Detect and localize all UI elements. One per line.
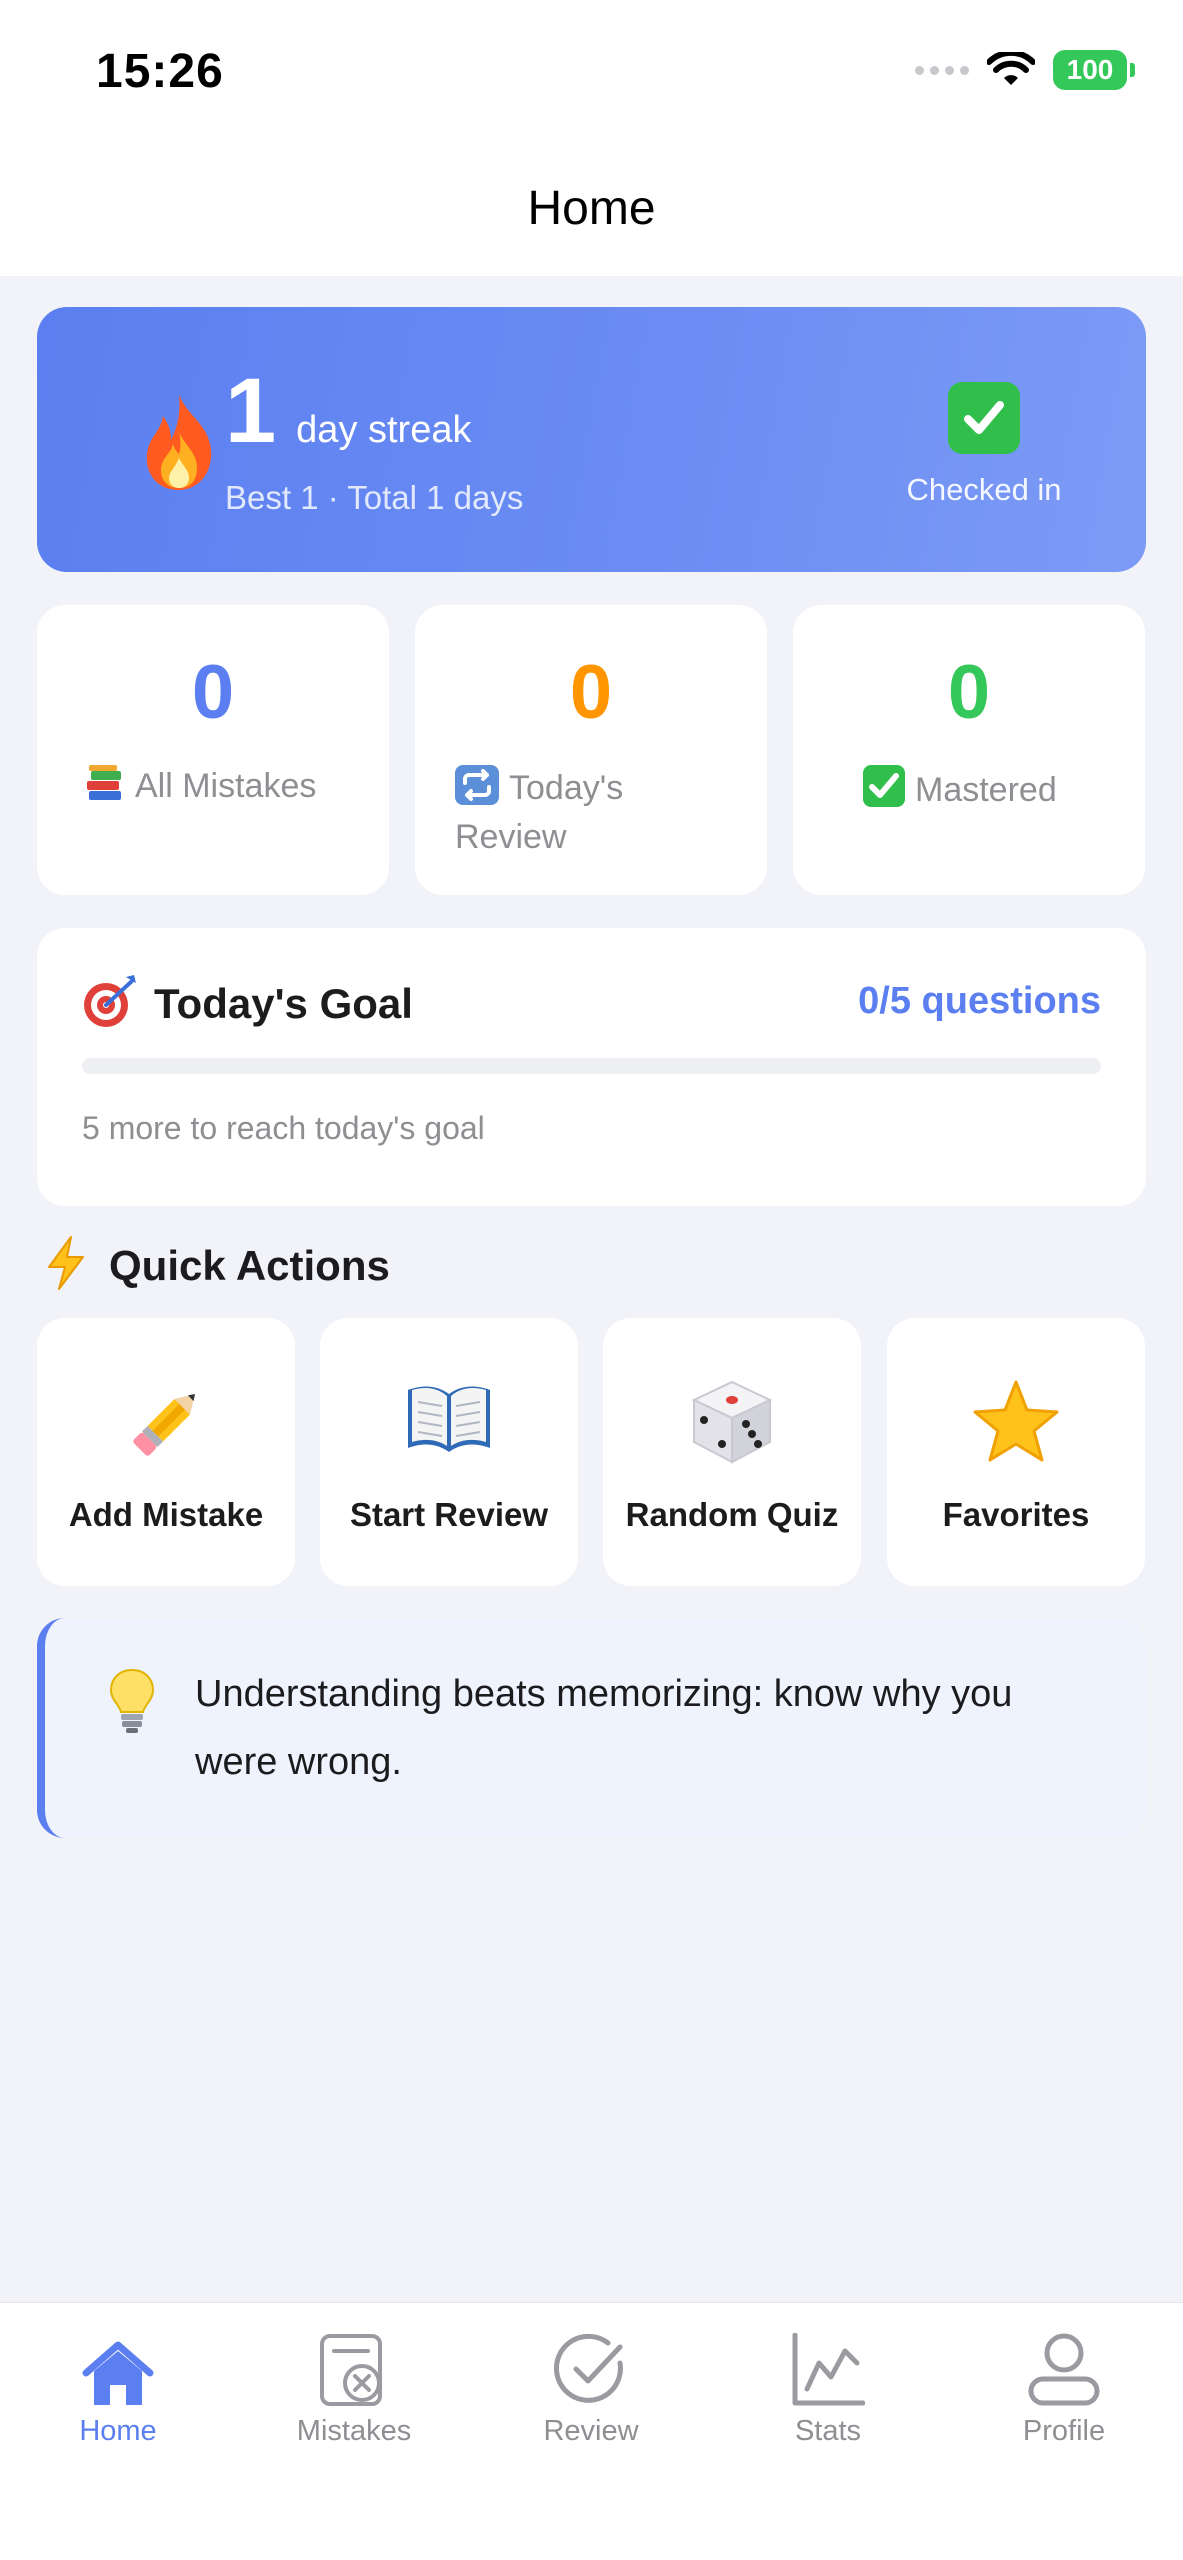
quick-actions-title: Quick Actions [109,1241,390,1289]
books-icon [85,765,125,814]
stat-card-mastered[interactable]: 0 Mastered [793,605,1145,895]
check-mark-icon [948,382,1020,454]
battery-indicator: 100 [1053,50,1135,90]
todays-goal-card[interactable]: Today's Goal 0/5 questions 5 more to rea… [37,928,1146,1206]
action-label: Start Review [349,1496,549,1533]
add-mistake-button[interactable]: Add Mistake [37,1318,295,1586]
stat-label: All Mistakes [135,767,317,805]
start-review-button[interactable]: Start Review [320,1318,578,1586]
goal-count: 0/5 questions [858,980,1101,1022]
profile-icon [946,2323,1182,2407]
tab-review[interactable]: Review [473,2323,709,2448]
tab-label: Stats [794,2415,862,2447]
lightning-icon [45,1235,87,1296]
dice-icon [603,1378,861,1466]
stats-icon [710,2323,946,2407]
stat-label-wrapper: Today's Review [455,765,737,858]
stat-label-wrapper: Mastered [863,765,1115,818]
fire-icon [135,392,223,497]
action-label: Favorites [942,1496,1090,1533]
tab-label: Review [543,2415,639,2447]
stat-value: 0 [569,650,613,735]
wifi-icon [987,52,1035,88]
tab-mistakes[interactable]: Mistakes [236,2323,472,2448]
favorites-button[interactable]: Favorites [887,1318,1145,1586]
goal-progress-bar [82,1058,1101,1074]
tab-label: Home [79,2415,157,2447]
tab-label: Mistakes [296,2415,412,2447]
tab-label: Profile [1022,2415,1106,2447]
tip-text: Understanding beats memorizing: know why… [195,1673,1013,1783]
mistakes-icon [236,2323,472,2407]
tab-bar: Home Mistakes Review Stats Profile [0,2302,1183,2560]
tip-card: Understanding beats memorizing: know why… [37,1618,1146,1838]
goal-title: Today's Goal [154,979,413,1027]
stat-label-wrapper: All Mistakes [85,765,359,814]
stat-card-all-mistakes[interactable]: 0 All Mistakes [37,605,389,895]
streak-subtitle: Best 1 · Total 1 days [225,479,524,516]
status-indicators: 100 [915,50,1135,90]
lightbulb-icon [107,1668,157,1739]
streak-label: day streak [296,409,472,451]
tab-stats[interactable]: Stats [710,2323,946,2448]
book-icon [320,1378,578,1458]
checkin-status[interactable]: Checked in [874,382,1094,508]
page-title: Home [527,181,656,235]
streak-card[interactable]: 1 day streak Best 1 · Total 1 days Check… [37,307,1146,572]
tab-profile[interactable]: Profile [946,2323,1182,2448]
home-icon [0,2323,236,2407]
star-icon [887,1378,1145,1466]
status-bar: 15:26 100 [0,0,1183,140]
status-time: 15:26 [96,45,224,98]
stat-value: 0 [191,650,235,735]
stat-card-todays-review[interactable]: 0 Today's Review [415,605,767,895]
streak-count: 1 [225,360,277,462]
goal-hint: 5 more to reach today's goal [82,1110,485,1146]
stat-label: Mastered [915,771,1057,809]
pencil-icon [37,1378,295,1468]
streak-summary: 1 day streak [225,365,471,457]
navigation-bar: Home [0,140,1183,276]
action-label: Add Mistake [68,1496,264,1533]
target-icon [82,973,138,1034]
cellular-signal-icon [915,65,969,75]
goal-header: Today's Goal [82,973,413,1034]
repeat-icon [455,765,499,816]
action-label: Random Quiz [625,1496,839,1533]
review-icon [473,2323,709,2407]
check-icon [863,765,905,818]
quick-actions-header: Quick Actions [45,1235,390,1296]
checkin-label: Checked in [906,472,1062,507]
random-quiz-button[interactable]: Random Quiz [603,1318,861,1586]
tab-home[interactable]: Home [0,2323,236,2448]
stat-value: 0 [947,650,991,735]
